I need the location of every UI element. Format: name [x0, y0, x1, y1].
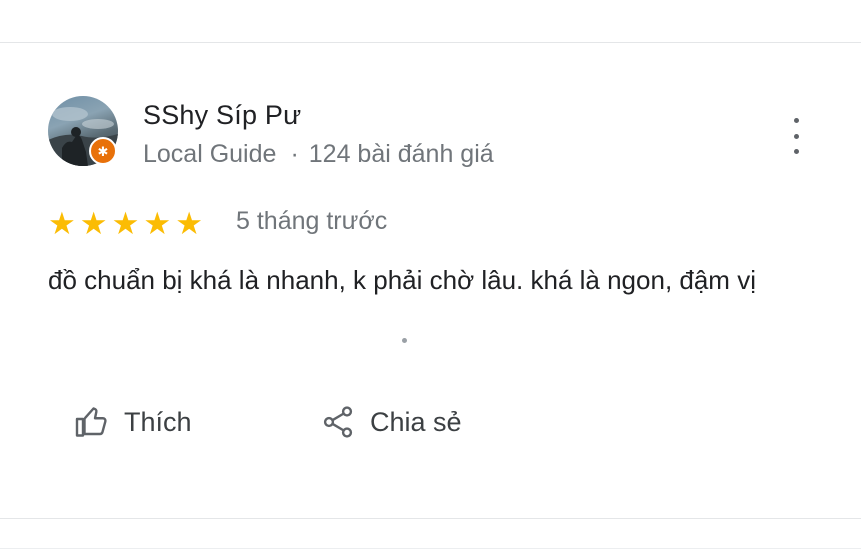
- top-divider: [0, 42, 861, 43]
- share-label: Chia sẻ: [370, 406, 462, 437]
- text-dot: [402, 338, 407, 343]
- local-guide-label: Local Guide: [143, 140, 277, 168]
- star-icon: ★: [143, 206, 172, 241]
- bottom-divider: [0, 518, 861, 519]
- share-button[interactable]: Chia sẻ: [320, 404, 462, 440]
- like-button[interactable]: Thích: [74, 404, 192, 440]
- review-time: 5 tháng trước: [236, 207, 388, 235]
- more-vertical-icon[interactable]: [786, 118, 806, 154]
- star-icon: ★: [111, 206, 140, 241]
- star-icon: ★: [79, 206, 108, 241]
- thumbs-up-icon: [75, 407, 107, 437]
- like-label: Thích: [124, 406, 192, 437]
- share-icon: [323, 406, 353, 438]
- star-icon: ★: [175, 206, 203, 241]
- reviewer-name[interactable]: SShy Síp Pư: [143, 100, 301, 131]
- review-count: 124 bài đánh giá: [308, 140, 494, 168]
- star-rating: ★ ★ ★ ★ ★: [48, 206, 203, 242]
- review-text: đồ chuẩn bị khá là nhanh, k phải chờ lâu…: [48, 265, 756, 295]
- bottom-divider-2: [0, 548, 861, 549]
- reviewer-meta: Local Guide · 124 bài đánh giá: [143, 140, 494, 169]
- meta-separator: ·: [290, 140, 299, 168]
- local-guide-star-icon: ✱: [89, 137, 117, 165]
- star-icon: ★: [48, 206, 76, 241]
